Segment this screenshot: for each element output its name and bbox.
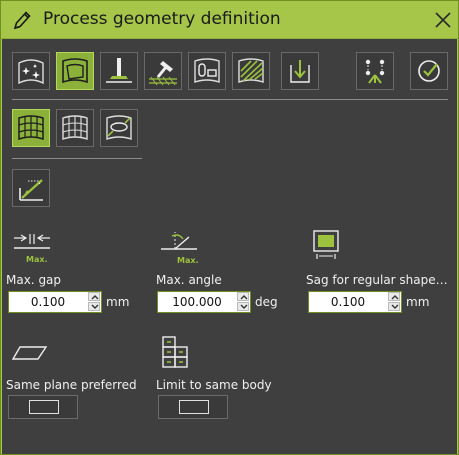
max-gap-label: Max. gap bbox=[6, 273, 62, 287]
edge-weld-icon bbox=[19, 179, 43, 201]
sag-unit: mm bbox=[406, 295, 430, 309]
same-plane-label: Same plane preferred bbox=[6, 378, 137, 392]
pin-plane-button[interactable] bbox=[100, 52, 138, 90]
sag-icon bbox=[313, 230, 339, 259]
same-plane-toggle[interactable] bbox=[8, 395, 78, 419]
same-plane-checkbox[interactable] bbox=[29, 400, 59, 414]
max-angle-label: Max. angle bbox=[156, 273, 222, 287]
body-blocks-icon bbox=[162, 336, 188, 368]
max-gap-icon: Max. bbox=[14, 234, 50, 264]
max-angle-unit: deg bbox=[255, 295, 278, 309]
max-gap-input[interactable]: 0.100 bbox=[8, 291, 102, 313]
hatched-surface-button[interactable] bbox=[232, 52, 270, 90]
max-angle-increment[interactable] bbox=[237, 292, 249, 301]
same-body-label: Limit to same body bbox=[156, 378, 272, 392]
max-angle-icon-text: Max. bbox=[177, 256, 199, 265]
same-body-toggle[interactable] bbox=[158, 395, 228, 419]
network-nodes-icon bbox=[365, 59, 385, 84]
chevron-up-icon bbox=[240, 295, 248, 300]
hatched-surface-icon bbox=[238, 58, 264, 83]
title-bar[interactable]: Process geometry definition bbox=[1, 1, 458, 39]
surface-outline-button[interactable] bbox=[56, 52, 94, 90]
mesh-grid-button[interactable] bbox=[12, 109, 50, 147]
parts-shape-icon bbox=[194, 58, 220, 83]
hammer-hatch-icon bbox=[149, 61, 177, 86]
dialog-window: Process geometry definition Max. Max. Ma… bbox=[0, 0, 459, 455]
sparkle-surface-icon bbox=[18, 59, 44, 85]
chevron-down-icon bbox=[391, 304, 399, 309]
max-angle-decrement[interactable] bbox=[237, 302, 249, 311]
import-arrow-icon bbox=[290, 60, 310, 83]
pin-plane-icon bbox=[106, 58, 132, 83]
max-angle-value: 100.000 bbox=[172, 295, 222, 309]
dialog-title: Process geometry definition bbox=[43, 9, 281, 29]
network-nodes-button[interactable] bbox=[356, 52, 394, 90]
mesh-grid-icon bbox=[18, 115, 44, 141]
max-gap-spinner[interactable] bbox=[87, 292, 101, 312]
confirm-button[interactable] bbox=[410, 52, 448, 90]
close-icon[interactable] bbox=[433, 10, 453, 30]
same-body-checkbox[interactable] bbox=[179, 400, 209, 414]
chevron-down-icon bbox=[91, 304, 99, 309]
check-circle-icon bbox=[418, 60, 440, 82]
sag-spinner[interactable] bbox=[387, 292, 401, 312]
mesh-ellipse-icon bbox=[106, 115, 132, 140]
sag-value: 0.100 bbox=[330, 295, 366, 309]
plane-icon bbox=[12, 346, 48, 360]
toolbar-separator-2 bbox=[12, 158, 142, 159]
hammer-hatch-button[interactable] bbox=[144, 52, 182, 90]
toolbar-separator bbox=[12, 99, 448, 100]
max-gap-decrement[interactable] bbox=[88, 302, 100, 311]
max-angle-input[interactable]: 100.000 bbox=[157, 291, 251, 313]
import-arrow-button[interactable] bbox=[281, 52, 319, 90]
mesh-wire-icon bbox=[62, 115, 88, 140]
max-gap-increment[interactable] bbox=[88, 292, 100, 301]
chevron-up-icon bbox=[391, 295, 399, 300]
sag-decrement[interactable] bbox=[388, 302, 400, 311]
mesh-wire-button[interactable] bbox=[56, 109, 94, 147]
sparkle-surface-button[interactable] bbox=[12, 52, 50, 90]
max-gap-value: 0.100 bbox=[30, 295, 66, 309]
chevron-up-icon bbox=[91, 295, 99, 300]
max-angle-icon: Max. bbox=[161, 232, 199, 265]
pencil-icon bbox=[13, 11, 31, 30]
mesh-ellipse-button[interactable] bbox=[100, 109, 138, 147]
sag-input[interactable]: 0.100 bbox=[308, 291, 402, 313]
sag-increment[interactable] bbox=[388, 292, 400, 301]
sag-label: Sag for regular shape… bbox=[306, 273, 448, 287]
content-panel: Max. Max. Max. gap 0.100 mm Max. angle 1… bbox=[2, 39, 457, 454]
max-angle-spinner[interactable] bbox=[236, 292, 250, 312]
surface-outline-icon bbox=[62, 58, 88, 84]
chevron-down-icon bbox=[240, 304, 248, 309]
max-gap-unit: mm bbox=[106, 295, 130, 309]
edge-weld-button[interactable] bbox=[12, 169, 50, 207]
max-gap-icon-text: Max. bbox=[26, 255, 48, 264]
parts-shape-button[interactable] bbox=[188, 52, 226, 90]
